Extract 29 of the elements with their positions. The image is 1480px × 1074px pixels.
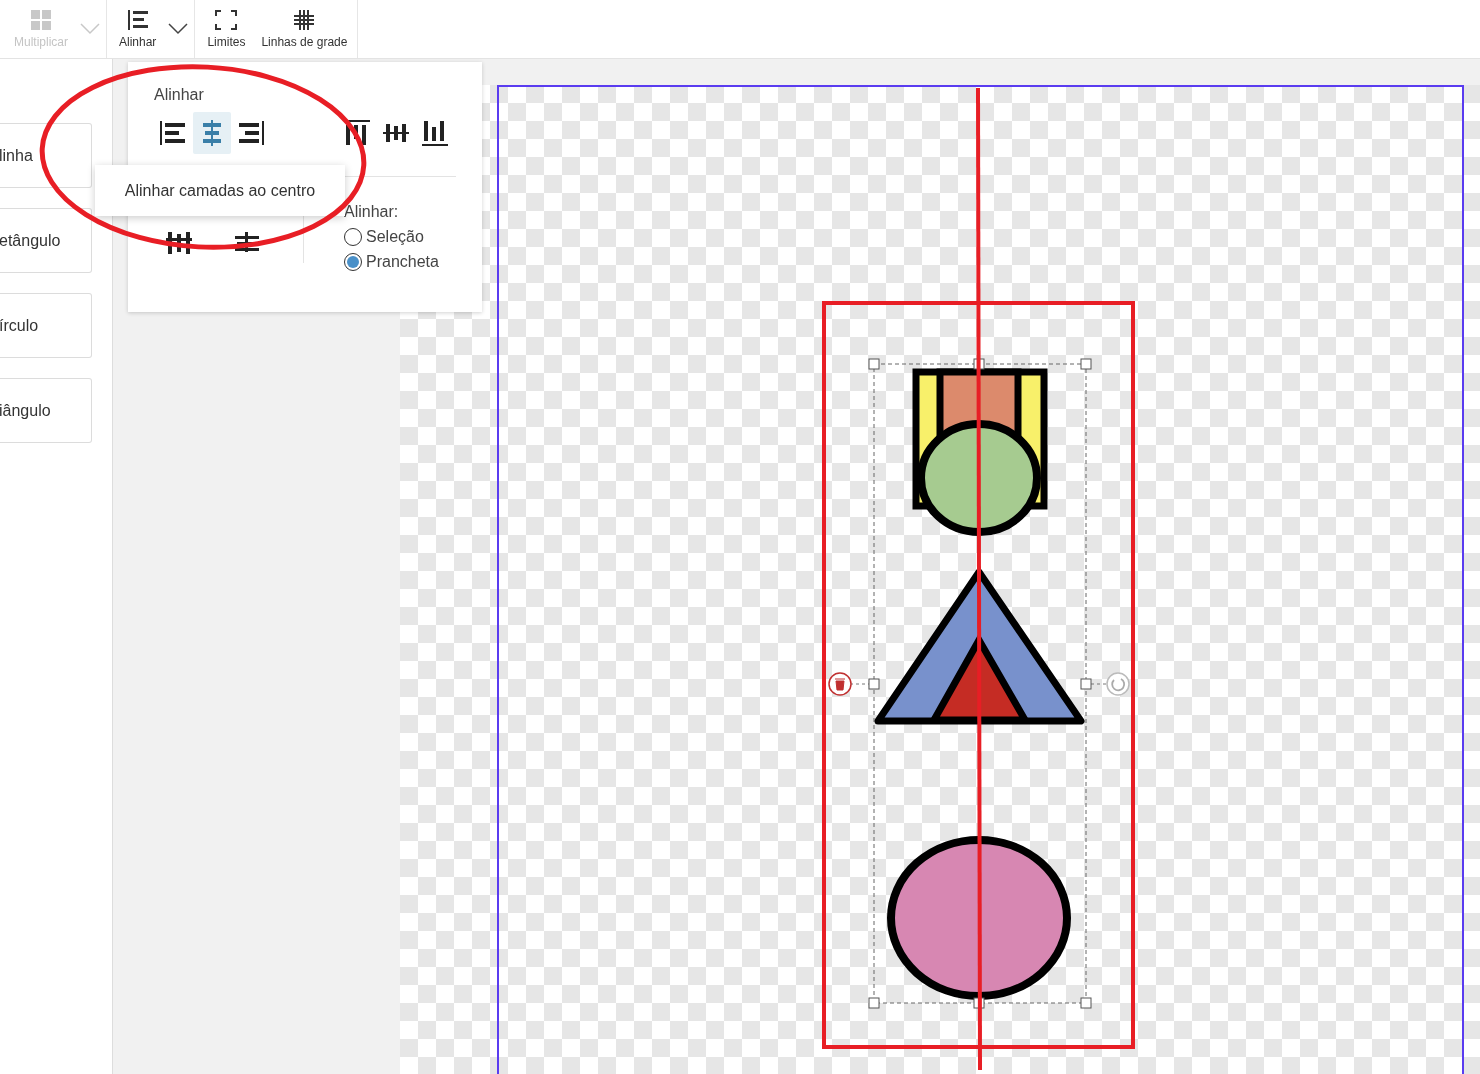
toolbar-button[interactable]: Limites (203, 0, 250, 58)
resize-handle[interactable] (868, 678, 880, 690)
align-bottom-icon (421, 119, 450, 147)
resize-handle[interactable] (868, 997, 880, 1009)
align-to-label: Alinhar: (344, 203, 400, 221)
align-right-icon (237, 119, 266, 147)
shape-button[interactable]: linha (0, 123, 92, 188)
grid-lines-icon (294, 9, 315, 30)
radio-option[interactable]: Seleção (344, 228, 439, 246)
delete-icon[interactable] (828, 672, 852, 696)
resize-handle[interactable] (1080, 997, 1092, 1009)
chevron-down-icon[interactable] (168, 23, 189, 35)
toolbar-button[interactable]: Linhas de grade (257, 0, 352, 58)
resize-handle[interactable] (1080, 358, 1092, 370)
resize-handle[interactable] (973, 358, 985, 370)
resize-handle[interactable] (1080, 678, 1092, 690)
resize-handle[interactable] (868, 358, 880, 370)
radio-option[interactable]: Prancheta (344, 253, 439, 271)
shape-button[interactable]: iângulo (0, 378, 92, 443)
bounds-icon (215, 9, 238, 30)
tooltip: Alinhar camadas ao centro (95, 165, 345, 216)
toolbar-button[interactable]: Alinhar (115, 0, 161, 58)
grid-icon (31, 9, 51, 30)
align-left-icon (127, 9, 148, 30)
popover-title: Alinhar (154, 86, 205, 104)
align-left-icon (158, 119, 187, 147)
shape-button[interactable]: írculo (0, 293, 92, 358)
resize-handle[interactable] (973, 997, 985, 1009)
shape-button[interactable]: etângulo (0, 208, 92, 273)
